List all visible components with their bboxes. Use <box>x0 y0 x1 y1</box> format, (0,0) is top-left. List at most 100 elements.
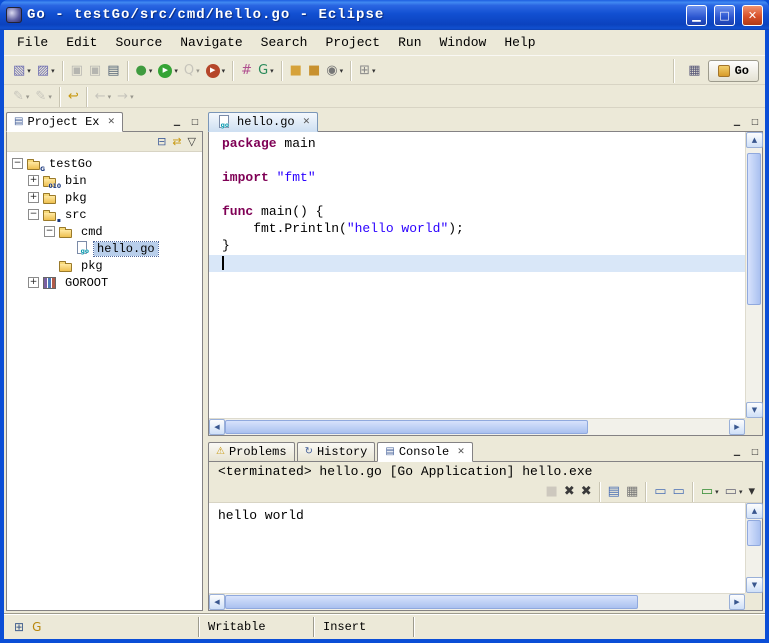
go-shortcut-icon[interactable]: G <box>32 620 41 634</box>
collapse-toggle-icon[interactable]: − <box>12 158 23 169</box>
menu-item-file[interactable]: File <box>8 33 57 52</box>
tab-hello-go[interactable]: go hello.go ✕ <box>208 112 318 132</box>
menu-item-source[interactable]: Source <box>106 33 171 52</box>
editor-horizontal-scrollbar[interactable]: ◀ ▶ <box>209 418 745 435</box>
run-dropdown-icon[interactable]: ▾ <box>174 67 178 75</box>
search-icon[interactable]: ◉▾ <box>323 60 346 82</box>
view-menu-icon[interactable]: ▽ <box>185 133 199 151</box>
menu-item-window[interactable]: Window <box>431 33 496 52</box>
new-wizard-dropdown-icon[interactable]: ▾ <box>27 67 31 75</box>
open-perspective-icon[interactable]: ▦ <box>685 60 703 82</box>
tab-console[interactable]: ▤Console✕ <box>377 442 472 462</box>
expand-toggle-icon[interactable]: + <box>28 192 39 203</box>
minimize-view-icon[interactable]: ▁ <box>169 114 185 128</box>
menu-item-search[interactable]: Search <box>252 33 317 52</box>
minimize-editor-icon[interactable]: ▁ <box>729 114 745 128</box>
scroll-down-icon[interactable]: ▼ <box>746 577 763 593</box>
scroll-thumb[interactable] <box>747 520 761 546</box>
new-go-element-icon[interactable]: ▨▾ <box>34 60 58 82</box>
close-explorer-tab-icon[interactable]: ✕ <box>107 117 115 127</box>
scroll-thumb[interactable] <box>225 595 638 609</box>
code-line-2[interactable] <box>209 153 745 170</box>
back-icon[interactable]: ←▾ <box>92 86 114 108</box>
show-stderr-icon[interactable]: ▭ <box>670 481 688 503</box>
menu-item-run[interactable]: Run <box>389 33 430 52</box>
terminate-icon[interactable]: ■ <box>543 481 561 503</box>
maximize-view-icon[interactable]: □ <box>187 114 203 128</box>
next-annotation-icon[interactable]: ✎▾ <box>10 86 32 108</box>
collapse-toggle-icon[interactable]: − <box>28 209 39 220</box>
scroll-up-icon[interactable]: ▲ <box>746 503 763 519</box>
open-console-icon[interactable]: ▭▾ <box>698 481 722 503</box>
fast-view-icon[interactable]: ⊞ <box>14 620 24 634</box>
code-line-3[interactable]: import "fmt" <box>209 170 745 187</box>
code-line-5[interactable]: func main() { <box>209 204 745 221</box>
maximize-window-button[interactable]: □ <box>714 5 735 26</box>
console-hscroll-track[interactable] <box>225 594 729 610</box>
back-dropdown-icon[interactable]: ▾ <box>108 93 112 101</box>
console-vscroll-track[interactable] <box>746 519 762 577</box>
prev-annotation-dropdown-icon[interactable]: ▾ <box>48 93 52 101</box>
tree-item-testgo[interactable]: −GtestGo <box>7 155 202 172</box>
code-line-1[interactable]: package main <box>209 136 745 153</box>
close-window-button[interactable]: ✕ <box>742 5 763 26</box>
expand-toggle-icon[interactable]: + <box>28 277 39 288</box>
link-with-editor-icon[interactable]: ⇄ <box>169 133 184 151</box>
team-sync-icon[interactable]: ⊞▾ <box>356 60 378 82</box>
open-archive-icon[interactable]: ■ <box>305 60 323 82</box>
code-area[interactable]: package main import "fmt" func main() { fm… <box>209 132 745 418</box>
scroll-thumb[interactable] <box>747 153 761 305</box>
print-icon[interactable]: ▤ <box>104 60 122 82</box>
console-vertical-scrollbar[interactable]: ▲ ▼ <box>745 503 762 593</box>
scroll-down-icon[interactable]: ▼ <box>746 402 763 418</box>
next-annotation-dropdown-icon[interactable]: ▾ <box>26 93 30 101</box>
save-icon[interactable]: ▣ <box>68 60 86 82</box>
debug-icon[interactable]: ●▾ <box>133 60 156 82</box>
scroll-thumb[interactable] <box>225 420 588 434</box>
maximize-console-icon[interactable]: □ <box>747 444 763 458</box>
new-wizard-icon[interactable]: ▧▾ <box>10 60 34 82</box>
code-line-8[interactable] <box>209 255 745 272</box>
profile-icon[interactable]: Q▾ <box>181 60 203 82</box>
editor-vertical-scrollbar[interactable]: ▲ ▼ <box>745 132 762 418</box>
editor-hscroll-track[interactable] <box>225 419 729 435</box>
save-all-icon[interactable]: ▣ <box>86 60 104 82</box>
tree-item-goroot[interactable]: +GOROOT <box>7 274 202 291</box>
code-line-6[interactable]: fmt.Println("hello world"); <box>209 221 745 238</box>
collapse-all-icon[interactable]: ⊟ <box>154 133 169 151</box>
tree-item-bin[interactable]: +010bin <box>7 172 202 189</box>
editor-vscroll-track[interactable] <box>746 148 762 402</box>
open-console-dropdown-icon[interactable]: ▾ <box>715 488 719 496</box>
scroll-up-icon[interactable]: ▲ <box>746 132 763 148</box>
minimize-window-button[interactable]: ▁ <box>686 5 707 26</box>
console-horizontal-scrollbar[interactable]: ◀ ▶ <box>209 593 745 610</box>
external-tools-dropdown-icon[interactable]: ▾ <box>222 67 226 75</box>
expand-toggle-icon[interactable]: + <box>28 175 39 186</box>
tab-problems[interactable]: ⚠Problems <box>208 442 295 462</box>
close-editor-tab-icon[interactable]: ✕ <box>303 117 311 127</box>
scroll-right-icon[interactable]: ▶ <box>729 594 745 610</box>
menu-item-help[interactable]: Help <box>495 33 544 52</box>
team-sync-dropdown-icon[interactable]: ▾ <box>372 67 376 75</box>
clear-console-icon[interactable]: ▤ <box>605 481 623 503</box>
new-go-element-dropdown-icon[interactable]: ▾ <box>51 67 55 75</box>
menu-item-edit[interactable]: Edit <box>57 33 106 52</box>
go-perspective-button[interactable]: Go <box>708 60 759 82</box>
forward-dropdown-icon[interactable]: ▾ <box>130 93 134 101</box>
code-line-4[interactable] <box>209 187 745 204</box>
tree-item-pkg[interactable]: +pkg <box>7 189 202 206</box>
tree-item-hello-go[interactable]: gohello.go <box>7 240 202 257</box>
scroll-lock-icon[interactable]: ▦ <box>623 481 641 503</box>
close-console-tab-icon[interactable]: ✕ <box>457 447 465 457</box>
show-stdout-icon[interactable]: ▭ <box>651 481 669 503</box>
go-build-dropdown-icon[interactable]: ▾ <box>270 67 274 75</box>
display-console-icon[interactable]: ▭▾ <box>722 481 746 503</box>
run-icon[interactable]: ▶▾ <box>155 60 181 82</box>
remove-all-launches-icon[interactable]: ✖ <box>578 481 595 503</box>
minimize-console-icon[interactable]: ▁ <box>729 444 745 458</box>
tree-item-src[interactable]: −▪src <box>7 206 202 223</box>
console-menu-icon[interactable]: ▾ <box>745 481 758 503</box>
scroll-left-icon[interactable]: ◀ <box>209 594 225 610</box>
console-output[interactable]: hello world <box>209 503 745 593</box>
new-go-app-icon[interactable]: # <box>238 60 255 82</box>
